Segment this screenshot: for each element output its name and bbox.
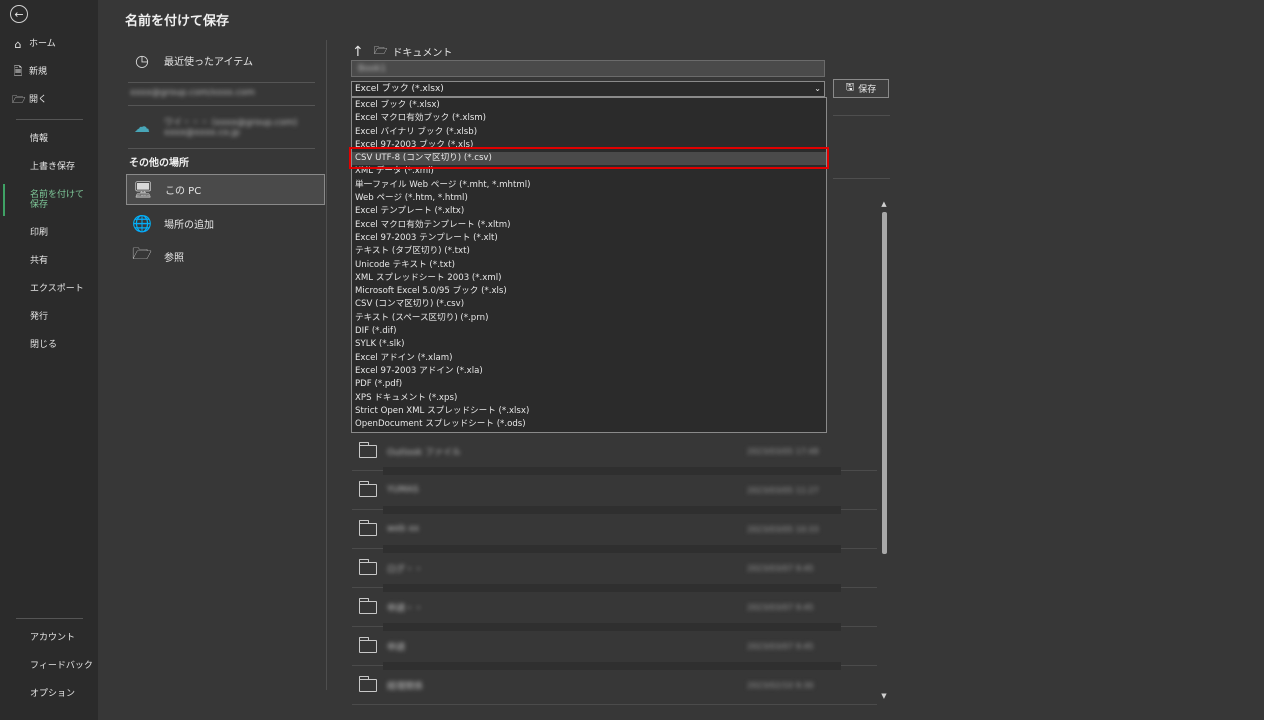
scroll-up-icon[interactable]: ▲ [880,200,888,208]
locations-divider [128,105,315,106]
location-this-pc[interactable]: 🖥 この PC [126,174,325,205]
file-row[interactable]: Outlook ファイル 2023/03/05 17:48 [352,432,877,471]
sidebar-item-options[interactable]: オプション [0,682,98,706]
location-add-place[interactable]: 🌐 場所の追加 [126,211,325,235]
file-row[interactable]: web xx 2023/03/05 10:33 [352,510,877,549]
filename-input[interactable]: Book1 [351,60,825,77]
breadcrumb-path[interactable]: ドキュメント [392,44,452,59]
sidebar-item-save[interactable]: 上書き保存 [0,155,98,179]
folder-icon [358,558,377,575]
toolbar-divider [833,178,890,179]
location-account[interactable]: xxxx@group.com/xxxx.com [126,86,325,100]
folder-icon [358,675,377,692]
sidebar-item-home[interactable]: ⌂ ホーム [0,32,98,56]
filetype-option[interactable]: XPS ドキュメント (*.xps) [352,392,826,405]
scroll-down-icon[interactable]: ▼ [880,692,888,700]
row-highlight-strip [383,584,841,592]
highlight-annotation-box [349,147,829,169]
file-row[interactable]: 申請 2023/03/07 9:45 [352,627,877,666]
file-list-scrollbar[interactable]: ▲ ▼ [880,200,888,700]
file-row[interactable]: 申請・・ 2023/03/07 9:45 [352,588,877,627]
filetype-option[interactable]: Excel ブック (*.xlsx) [352,99,826,112]
filetype-option[interactable]: テキスト (スペース区切り) (*.prn) [352,312,826,325]
row-highlight-strip [383,623,841,631]
sidebar-item-publish[interactable]: 発行 [0,305,98,329]
globe-plus-icon: 🌐 [132,213,152,233]
row-highlight-strip [383,467,841,475]
other-locations-header: その他の場所 [129,158,189,169]
computer-icon: 🖥 [132,180,154,199]
save-button[interactable]: 🖫 保存 [833,79,889,98]
filetype-option[interactable]: 単一ファイル Web ページ (*.mht, *.mhtml) [352,179,826,192]
onedrive-text: ワイ・・・ (xxxx@group.com) xxxx@xxxx.co.jp [164,117,298,138]
sidebar-item-info[interactable]: 情報 [0,127,98,151]
file-row[interactable]: YUMAS 2023/03/05 11:27 [352,471,877,510]
filetype-option[interactable]: CSV (コンマ区切り) (*.csv) [352,298,826,311]
sidebar-item-share[interactable]: 共有 [0,249,98,273]
scroll-thumb[interactable] [882,212,887,554]
filetype-select[interactable]: Excel ブック (*.xlsx) ⌄ [351,81,825,97]
filetype-option[interactable]: テキスト (タブ区切り) (*.txt) [352,245,826,258]
folder-icon [358,597,377,614]
filetype-option[interactable]: Excel マクロ有効ブック (*.xlsm) [352,112,826,125]
sidebar-divider [16,119,83,120]
location-browse[interactable]: 🗁 参照 [126,244,325,268]
file-row[interactable]: ログ・・ 2023/03/07 9:45 [352,549,877,588]
filetype-option[interactable]: OpenDocument スプレッドシート (*.ods) [352,418,826,431]
panel-divider [326,40,327,690]
toolbar-divider [833,115,890,116]
location-onedrive[interactable]: ☁ ワイ・・・ (xxxx@group.com) xxxx@xxxx.co.jp [126,110,325,142]
sidebar-item-export[interactable]: エクスポート [0,277,98,301]
chevron-down-icon: ⌄ [814,84,821,93]
breadcrumb: ↑ 🗁 ドキュメント [352,42,452,61]
filetype-option[interactable]: Microsoft Excel 5.0/95 ブック (*.xls) [352,285,826,298]
filetype-option[interactable]: PDF (*.pdf) [352,378,826,391]
up-arrow-icon[interactable]: ↑ [352,44,364,60]
folder-icon [358,480,377,497]
cloud-icon: ☁ [134,116,150,136]
back-arrow-icon[interactable]: ← [10,5,28,23]
sidebar-item-close[interactable]: 閉じる [0,333,98,357]
sidebar-item-print[interactable]: 印刷 [0,221,98,245]
backstage-sidebar: ← ⌂ ホーム 🗎 新規 🗁 開く 情報 上書き保存 名前を付けて保存 印刷 共… [0,0,98,720]
folder-icon: 🗁 [373,44,388,57]
folder-open-icon: 🗁 [132,243,152,263]
filetype-option[interactable]: Web ページ (*.htm, *.html) [352,192,826,205]
filetype-option[interactable]: Excel 97-2003 テンプレート (*.xlt) [352,232,826,245]
page-title: 名前を付けて保存 [125,14,230,29]
clock-icon: ◷ [135,50,149,70]
sidebar-item-new[interactable]: 🗎 新規 [0,60,98,84]
filetype-option[interactable]: Unicode テキスト (*.txt) [352,259,826,272]
sidebar-item-open[interactable]: 🗁 開く [0,88,98,112]
filetype-option[interactable]: Excel アドイン (*.xlam) [352,352,826,365]
new-file-icon: 🗎 [13,64,23,78]
open-folder-icon: 🗁 [12,92,26,106]
filetype-option[interactable]: Excel テンプレート (*.xltx) [352,205,826,218]
filetype-option[interactable]: Strict Open XML スプレッドシート (*.xlsx) [352,405,826,418]
row-highlight-strip [383,545,841,553]
home-icon: ⌂ [14,37,22,51]
locations-divider [128,148,315,149]
location-recent[interactable]: ◷ 最近使ったアイテム [126,47,325,73]
folder-icon [358,441,377,458]
filetype-option[interactable]: XML スプレッドシート 2003 (*.xml) [352,272,826,285]
folder-icon [358,636,377,653]
sidebar-item-account[interactable]: アカウント [0,626,98,650]
sidebar-divider [16,618,83,619]
filetype-option[interactable]: Excel マクロ有効テンプレート (*.xltm) [352,219,826,232]
filetype-option[interactable]: DIF (*.dif) [352,325,826,338]
row-highlight-strip [383,662,841,670]
filetype-option[interactable]: SYLK (*.slk) [352,338,826,351]
sidebar-item-feedback[interactable]: フィードバック [0,654,98,678]
locations-divider [128,82,315,83]
folder-icon [358,519,377,536]
save-disk-icon: 🖫 [845,82,855,93]
filetype-option[interactable]: Excel 97-2003 アドイン (*.xla) [352,365,826,378]
filetype-option[interactable]: Excel バイナリ ブック (*.xlsb) [352,126,826,139]
row-highlight-strip [383,506,841,514]
sidebar-item-save-as[interactable]: 名前を付けて保存 [0,184,98,216]
file-row[interactable]: 経理関係 2023/02/10 9:30 [352,666,877,705]
